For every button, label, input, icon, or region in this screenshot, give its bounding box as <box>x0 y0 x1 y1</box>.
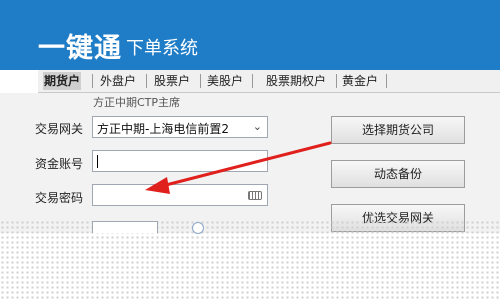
arrow-shaft <box>160 141 332 188</box>
arrow-head <box>145 177 170 194</box>
annotation-arrow <box>145 141 332 194</box>
